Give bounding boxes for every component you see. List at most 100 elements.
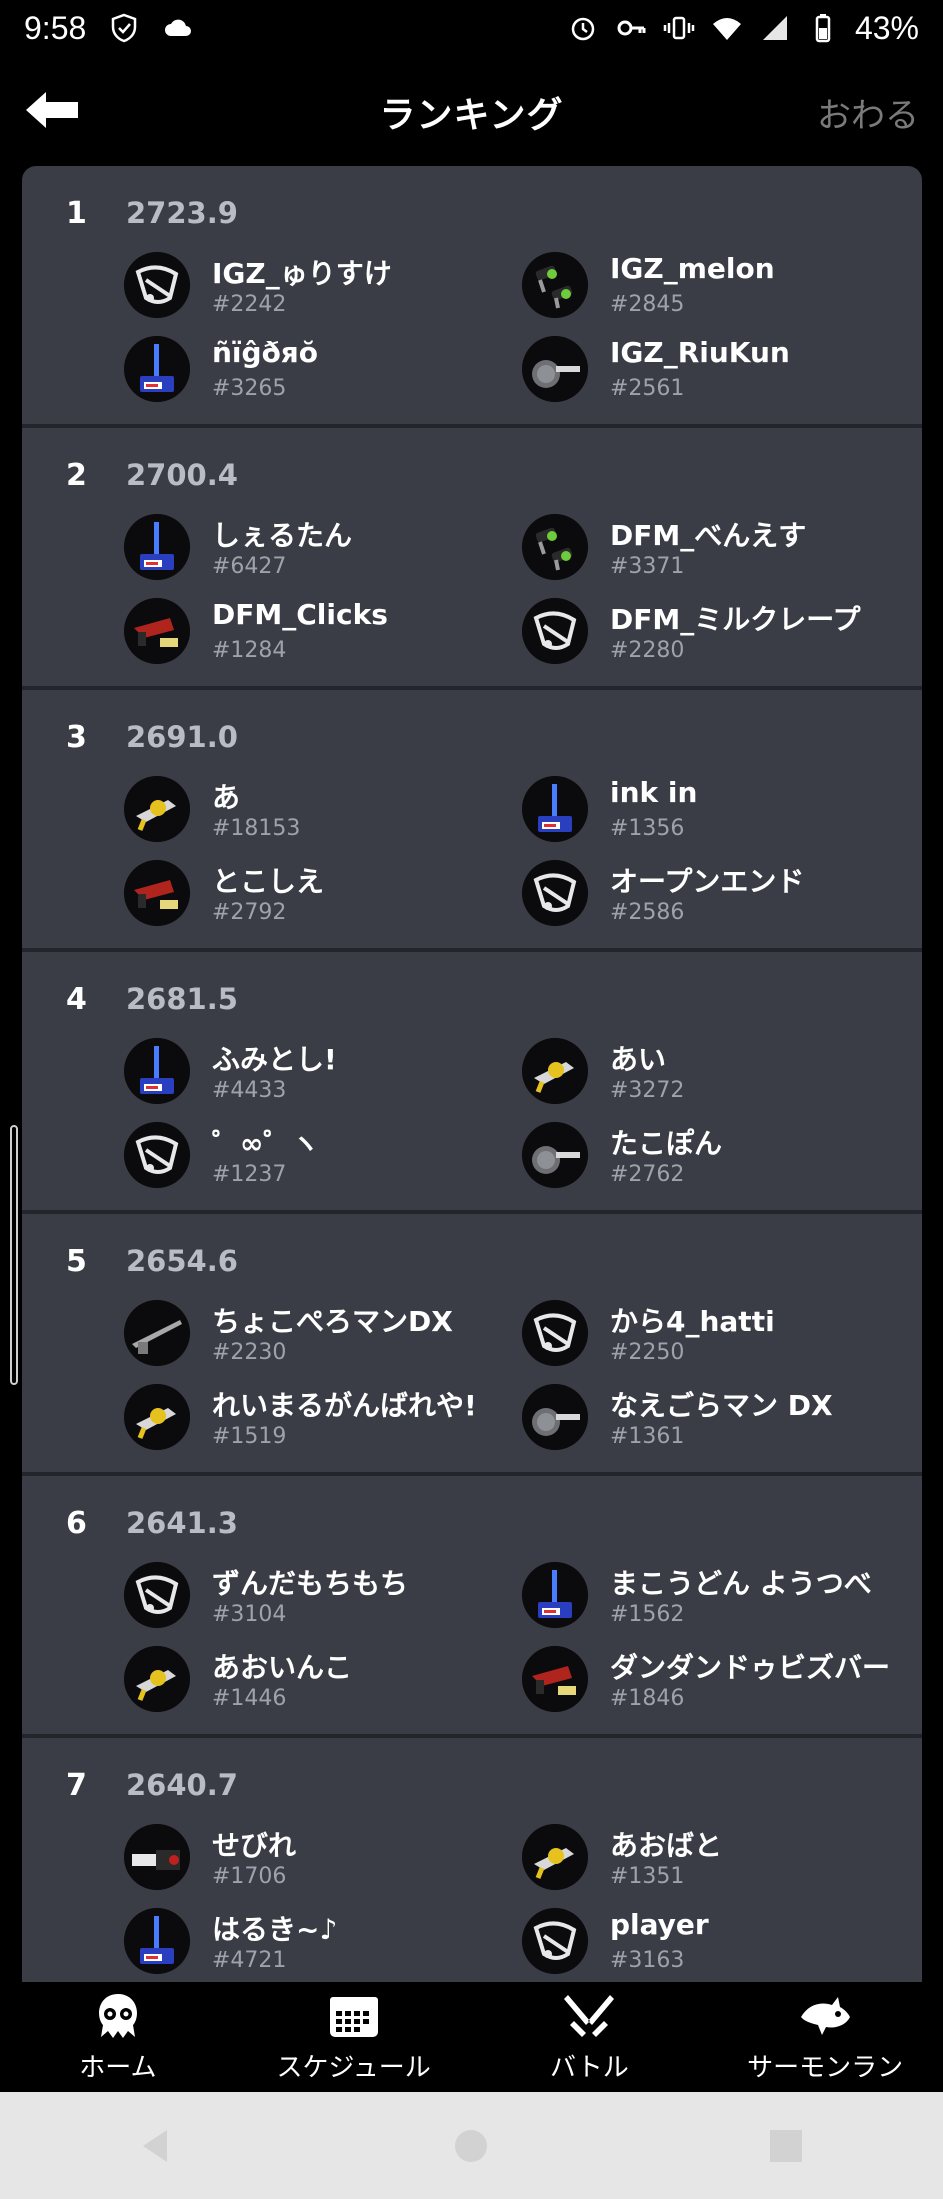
rank-number: 5 — [66, 1244, 87, 1279]
quit-button[interactable]: おわる — [817, 88, 919, 137]
status-time: 9:58 — [24, 9, 87, 46]
player-name: たこぽん — [610, 1127, 723, 1160]
nav-schedule[interactable]: スケジュール — [236, 1982, 472, 2092]
player-entry[interactable]: ゜∞゜ヽ #1237 — [124, 1122, 504, 1198]
player-name: なえごらマン DX — [610, 1389, 833, 1422]
player-entry[interactable]: ふみとし! #4433 — [124, 1038, 504, 1114]
ranking-row: 7 2640.7 せびれ #1706 あおばと #1351 はるき~♪ #4721 player… — [22, 1738, 922, 1982]
back-triangle-icon[interactable] — [135, 2124, 179, 2168]
brella-weapon-icon — [522, 860, 588, 926]
player-entry[interactable]: DFM_べんえす #3371 — [522, 514, 902, 590]
blaster-red-weapon-icon — [522, 1646, 588, 1712]
vibrate-icon — [663, 16, 695, 40]
player-tag: #3265 — [212, 376, 287, 401]
player-tag: #2792 — [212, 900, 287, 925]
player-tag: #1356 — [610, 816, 685, 841]
player-entry[interactable]: しぇるたん #6427 — [124, 514, 504, 590]
player-tag: #1562 — [610, 1602, 685, 1627]
player-entry[interactable]: IGZ_ゅりすけ #2242 — [124, 252, 504, 328]
player-name: あ — [212, 781, 241, 814]
player-entry[interactable]: とこしえ #2792 — [124, 860, 504, 936]
app-header: ランキング おわる — [0, 56, 943, 166]
player-entry[interactable]: player #3163 — [522, 1908, 902, 1982]
player-name: あおばと — [610, 1829, 723, 1862]
nav-home[interactable]: ホーム — [0, 1982, 236, 2092]
scrollbar[interactable] — [10, 1125, 18, 1385]
ranking-row: 5 2654.6 ちょこぺろマンDX #2230 から4_hatti #2250 れいまる… — [22, 1214, 922, 1476]
page-title: ランキング — [379, 95, 564, 136]
player-entry[interactable]: まこうどん ようつべ #1562 — [522, 1562, 902, 1638]
calendar-icon — [329, 1996, 378, 2037]
gun-yellow-weapon-icon — [124, 776, 190, 842]
player-entry[interactable]: IGZ_RiuKun #2561 — [522, 336, 902, 412]
nav-battle[interactable]: バトル — [472, 1982, 708, 2092]
player-entry[interactable]: DFM_ミルクレープ #2280 — [522, 598, 902, 674]
player-name: まこうどん ようつべ — [610, 1567, 872, 1600]
player-entry[interactable]: ダンダンドゥビズバー #1846 — [522, 1646, 902, 1722]
player-entry[interactable]: あ #18153 — [124, 776, 504, 852]
player-name: ink in — [610, 776, 698, 809]
nav-battle-label: バトル — [549, 2052, 629, 2083]
nav-salmon-run[interactable]: サーモンラン — [707, 1982, 943, 2092]
shield-icon — [112, 13, 137, 43]
gun-yellow-weapon-icon — [522, 1038, 588, 1104]
player-entry[interactable]: IGZ_melon #2845 — [522, 252, 902, 328]
ranking-row: 4 2681.5 ふみとし! #4433 あい #3272 ゜∞゜ヽ #1237 たこぽん #27… — [22, 952, 922, 1214]
blaster-red-weapon-icon — [124, 860, 190, 926]
player-entry[interactable]: オープンエンド #2586 — [522, 860, 902, 936]
player-entry[interactable]: せびれ #1706 — [124, 1824, 504, 1900]
roller-blue-weapon-icon — [124, 1908, 190, 1974]
player-tag: #1519 — [212, 1424, 287, 1449]
team-power-score: 2691.0 — [126, 720, 238, 754]
player-tag: #1361 — [610, 1424, 685, 1449]
rank-number: 4 — [66, 982, 87, 1017]
rank-number: 3 — [66, 720, 87, 755]
key-icon — [617, 20, 646, 36]
player-tag: #1846 — [610, 1686, 685, 1711]
player-entry[interactable]: ñïĝðяŏ #3265 — [124, 336, 504, 412]
player-entry[interactable]: なえごらマン DX #1361 — [522, 1384, 902, 1460]
cloud-icon — [165, 19, 192, 36]
home-circle-icon[interactable] — [449, 2124, 493, 2168]
roller-blue-weapon-icon — [124, 514, 190, 580]
player-tag: #1706 — [212, 1864, 287, 1889]
player-name: DFM_Clicks — [212, 598, 388, 631]
battery-percent: 43% — [854, 9, 919, 46]
player-entry[interactable]: れいまるがんばれや! #1519 — [124, 1384, 504, 1460]
team-power-score: 2641.3 — [126, 1506, 238, 1540]
ranking-list[interactable]: 1 2723.9 IGZ_ゅりすけ #2242 IGZ_melon #2845 ñïĝðяŏ… — [22, 166, 922, 1982]
player-entry[interactable]: ずんだもちもち #3104 — [124, 1562, 504, 1638]
player-tag: #3163 — [610, 1948, 685, 1973]
player-entry[interactable]: あおばと #1351 — [522, 1824, 902, 1900]
roller-blue-weapon-icon — [124, 336, 190, 402]
wifi-icon — [712, 18, 741, 40]
battery-icon — [815, 14, 831, 43]
player-tag: #2230 — [212, 1340, 287, 1365]
gun-yellow-weapon-icon — [124, 1646, 190, 1712]
player-name: IGZ_ゅりすけ — [212, 257, 392, 290]
player-entry[interactable]: たこぽん #2762 — [522, 1122, 902, 1198]
player-tag: #1237 — [212, 1162, 287, 1187]
player-entry[interactable]: はるき~♪ #4721 — [124, 1908, 504, 1982]
player-entry[interactable]: ink in #1356 — [522, 776, 902, 852]
player-entry[interactable]: あおいんこ #1446 — [124, 1646, 504, 1722]
rank-number: 2 — [66, 458, 87, 493]
brella-weapon-icon — [124, 1122, 190, 1188]
rank-number: 6 — [66, 1506, 87, 1541]
player-tag: #4433 — [212, 1078, 287, 1103]
player-name: DFM_ミルクレープ — [610, 603, 861, 636]
recents-square-icon[interactable] — [764, 2124, 808, 2168]
player-name: れいまるがんばれや! — [212, 1389, 477, 1422]
player-tag: #3272 — [610, 1078, 685, 1103]
dualie-green-weapon-icon — [522, 514, 588, 580]
player-tag: #1351 — [610, 1864, 685, 1889]
salmon-icon — [801, 1996, 851, 2035]
player-tag: #2280 — [610, 638, 685, 663]
player-entry[interactable]: あい #3272 — [522, 1038, 902, 1114]
player-name: から4_hatti — [610, 1305, 775, 1338]
charger-gray-weapon-icon — [124, 1300, 190, 1366]
player-entry[interactable]: DFM_Clicks #1284 — [124, 598, 504, 674]
player-name: ふみとし! — [212, 1043, 337, 1076]
player-entry[interactable]: ちょこぺろマンDX #2230 — [124, 1300, 504, 1376]
player-entry[interactable]: から4_hatti #2250 — [522, 1300, 902, 1376]
